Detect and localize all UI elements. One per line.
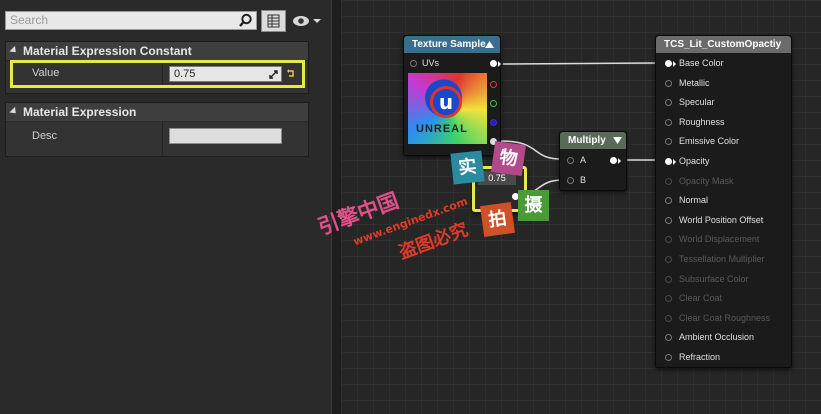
result-input-pin[interactable] bbox=[665, 79, 672, 87]
result-pin-label: World Displacement bbox=[679, 234, 760, 245]
grid-icon bbox=[267, 14, 280, 28]
node-title-text: TCS_Lit_CustomOpactiy bbox=[664, 39, 782, 50]
property-label: Value bbox=[32, 67, 60, 79]
pin-arrow-icon bbox=[618, 158, 621, 164]
desc-field[interactable] bbox=[169, 128, 282, 144]
result-pin-label: Ambient Occlusion bbox=[679, 332, 755, 343]
category-header[interactable]: Material Expression bbox=[6, 103, 308, 121]
b-label: B bbox=[580, 175, 587, 185]
result-input-pin[interactable] bbox=[665, 275, 672, 283]
result-pin-label: Tessellation Multiplier bbox=[679, 254, 765, 264]
watermark-stamp: 摄 bbox=[518, 190, 549, 221]
result-pin-label: Roughness bbox=[679, 116, 725, 127]
thumbnail-text: UNREAL bbox=[416, 123, 468, 135]
g-output-pin[interactable] bbox=[490, 100, 497, 107]
wire-rgb-to-base-color bbox=[502, 62, 664, 65]
pin-arrow-icon bbox=[673, 61, 676, 67]
result-pin-label: Refraction bbox=[679, 352, 721, 362]
result-pin-label: Specular bbox=[679, 97, 715, 108]
result-input-pin[interactable] bbox=[665, 334, 672, 342]
result-input-pin[interactable] bbox=[665, 138, 672, 146]
result-input-pin[interactable] bbox=[665, 354, 672, 361]
material-graph-canvas[interactable]: Texture Sample UVs u UNREAL 0.75 Multipl… bbox=[315, 0, 821, 414]
texture-sample-node[interactable]: Texture Sample UVs u UNREAL bbox=[403, 35, 501, 156]
property-label: Desc bbox=[32, 130, 58, 142]
details-panel: Search Material Expression Constant Valu… bbox=[0, 0, 331, 414]
multiply-output-pin[interactable] bbox=[610, 157, 617, 164]
watermark-stamp: 物 bbox=[490, 140, 527, 177]
result-pin-label: Clear Coat bbox=[679, 293, 723, 304]
result-input-pin[interactable] bbox=[665, 197, 672, 205]
result-input-pin[interactable] bbox=[665, 295, 672, 303]
b-output-pin[interactable] bbox=[490, 119, 497, 126]
watermark-stamp: 实 bbox=[450, 150, 485, 185]
reset-to-default-icon[interactable] bbox=[286, 68, 296, 78]
result-input-pin[interactable] bbox=[665, 118, 672, 126]
column-divider[interactable] bbox=[162, 122, 163, 157]
category-material-expression: Material Expression Desc bbox=[5, 102, 309, 157]
a-label: A bbox=[580, 155, 587, 165]
result-pin-label: Opacity bbox=[679, 156, 710, 166]
result-input-pin[interactable] bbox=[665, 216, 672, 224]
result-pin-label: Base Color bbox=[679, 58, 724, 68]
result-pin-label: World Position Offset bbox=[679, 214, 764, 225]
result-pin-label: Emissive Color bbox=[679, 136, 740, 147]
result-input-pin[interactable] bbox=[665, 60, 672, 67]
result-input-pin[interactable] bbox=[665, 99, 672, 107]
pin-arrow-icon bbox=[673, 159, 676, 165]
collapse-triangle-icon bbox=[9, 46, 19, 56]
pin-arrow-icon bbox=[498, 61, 501, 67]
result-pin-label: Subsurface Color bbox=[679, 273, 749, 284]
unreal-logo-icon: u bbox=[430, 86, 462, 118]
search-icon[interactable] bbox=[238, 13, 253, 28]
result-pin-label: Metallic bbox=[679, 77, 710, 88]
search-input[interactable]: Search bbox=[5, 11, 257, 30]
search-placeholder: Search bbox=[10, 13, 49, 27]
collapse-arrow-icon[interactable] bbox=[485, 41, 494, 48]
category-title: Material Expression Constant bbox=[23, 44, 192, 58]
property-row-desc: Desc bbox=[6, 121, 308, 157]
column-divider[interactable] bbox=[162, 61, 163, 88]
b-input-pin[interactable] bbox=[567, 177, 574, 184]
property-matrix-button[interactable] bbox=[261, 10, 286, 32]
category-material-expression-constant: Material Expression Constant Value 0.75 bbox=[5, 41, 309, 94]
result-pin-label: Normal bbox=[679, 195, 709, 206]
watermark-stamp: 拍 bbox=[479, 201, 516, 238]
node-title: TCS_Lit_CustomOpactiy bbox=[656, 36, 791, 53]
drag-arrows-icon bbox=[269, 70, 278, 79]
material-result-node[interactable]: TCS_Lit_CustomOpactiy Base Color Metallic… bbox=[655, 35, 792, 368]
uvs-input-pin[interactable] bbox=[410, 60, 417, 67]
value-field[interactable]: 0.75 bbox=[169, 66, 282, 82]
constant-value: 0.75 bbox=[488, 173, 506, 183]
result-input-pin[interactable] bbox=[665, 236, 672, 244]
texture-thumbnail: u UNREAL bbox=[408, 73, 487, 144]
value-text: 0.75 bbox=[174, 68, 196, 80]
node-title-text: Multiply bbox=[568, 135, 606, 146]
result-input-pin[interactable] bbox=[665, 158, 672, 165]
uvs-label: UVs bbox=[422, 58, 440, 68]
result-input-pin[interactable] bbox=[665, 256, 672, 263]
view-options-eye-icon[interactable] bbox=[292, 13, 322, 29]
category-header[interactable]: Material Expression Constant bbox=[6, 42, 308, 60]
property-row-value: Value 0.75 bbox=[6, 60, 308, 88]
node-title-text: Texture Sample bbox=[412, 39, 486, 50]
result-input-pin[interactable] bbox=[665, 177, 672, 185]
collapse-arrow-icon[interactable] bbox=[613, 137, 622, 144]
result-input-pin[interactable] bbox=[665, 314, 672, 322]
a-input-pin[interactable] bbox=[567, 157, 574, 164]
r-output-pin[interactable] bbox=[490, 81, 497, 88]
category-title: Material Expression bbox=[23, 105, 137, 119]
result-pin-label: Opacity Mask bbox=[679, 175, 734, 186]
result-pin-label: Clear Coat Roughness bbox=[679, 312, 771, 323]
collapse-triangle-icon bbox=[9, 107, 19, 117]
rgb-output-pin[interactable] bbox=[490, 60, 497, 67]
multiply-node[interactable]: Multiply A B bbox=[559, 131, 627, 191]
